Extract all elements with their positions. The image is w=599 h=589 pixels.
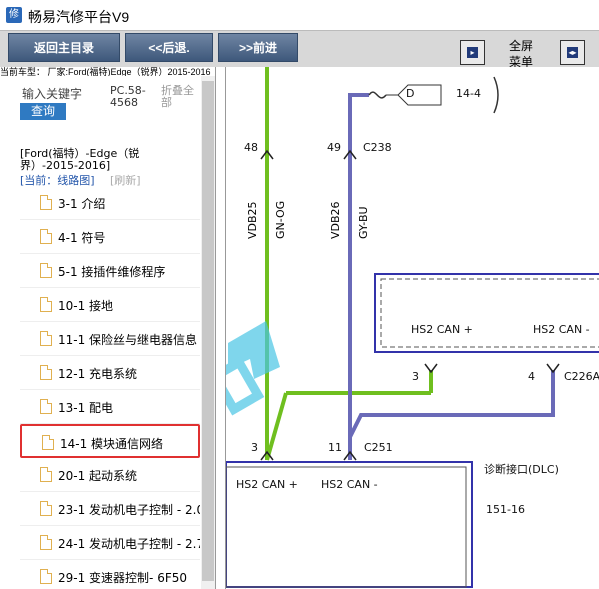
forward-button[interactable]: >>前进 [218, 33, 298, 62]
connector-pin-3-top [424, 363, 438, 374]
pin-49-label: 49 [327, 141, 341, 154]
hs2-can-minus-top: HS2 CAN - [533, 323, 590, 336]
tree-item-label: 20-1 起动系统 [58, 469, 138, 483]
document-icon [40, 263, 52, 278]
pin-11-label: 11 [328, 441, 342, 454]
hs2-can-plus-bottom: HS2 CAN + [236, 478, 298, 491]
expand-icon: ▸ [467, 47, 478, 58]
pin-48-label: 48 [244, 141, 258, 154]
document-icon [40, 365, 52, 380]
wire-break-symbol [368, 91, 387, 99]
document-icon [40, 535, 52, 550]
tree-item-label: 13-1 配电 [58, 401, 114, 415]
tree-item-label: 5-1 接插件维修程序 [58, 265, 166, 279]
ref-tag-d-label: D [406, 87, 415, 100]
tree-item[interactable]: 3-1 介绍 [20, 186, 200, 220]
tree-item[interactable]: 10-1 接地 [20, 288, 200, 322]
tree-item-label: 12-1 充电系统 [58, 367, 138, 381]
tree-item[interactable]: 5-1 接插件维修程序 [20, 254, 200, 288]
app-logo-icon: 修 [6, 7, 22, 23]
green-wire-diagonal [265, 392, 288, 461]
document-icon [40, 467, 52, 482]
sidebar: 输入关键字 查询 PC.58-4568 折叠全部 [Ford(福特）-Edge（… [0, 76, 215, 589]
tree-item[interactable]: 24-1 发动机电子控制 - 2.7L [20, 526, 200, 560]
panel-splitter[interactable] [215, 67, 226, 589]
tree-item-label: 14-1 模块通信网络 [60, 437, 164, 451]
keyword-input[interactable]: 输入关键字 [22, 85, 82, 102]
tree-item-label: 4-1 符号 [58, 231, 106, 245]
tree-item-label: 23-1 发动机电子控制 - 2.0L [58, 503, 200, 517]
sidebar-scrollbar[interactable] [201, 76, 215, 589]
tree-item-label: 10-1 接地 [58, 299, 114, 313]
vehicle-title: [Ford(福特）-Edge（锐界）-2015-2016] [20, 147, 140, 172]
document-icon [40, 229, 52, 244]
expand-panel-button[interactable]: ▸ [460, 40, 485, 65]
connector-c251-label: C251 [364, 441, 393, 454]
tree-item-label: 24-1 发动机电子控制 - 2.7L [58, 537, 200, 551]
document-icon [40, 399, 52, 414]
ref-page: 14-4 [456, 87, 481, 100]
wiring-diagram[interactable]: D 14-4 48 49 C238 VDB25 GN-OG VDB26 GY-B… [226, 67, 599, 589]
collapse-icon: ◂▸ [567, 47, 578, 58]
app-title: 畅易汽修平台V9 [28, 9, 130, 25]
pc-number: PC.58-4568 [110, 84, 146, 109]
document-icon [40, 195, 52, 210]
pin-3-top-label: 3 [412, 370, 419, 383]
home-button[interactable]: 返回主目录 [8, 33, 120, 62]
tree-item-label: 3-1 介绍 [58, 197, 106, 211]
bracket [493, 76, 499, 114]
pin-3-label: 3 [251, 441, 258, 454]
connector-c238-label: C238 [363, 141, 392, 154]
tree-item[interactable]: 13-1 配电 [20, 390, 200, 424]
document-icon [42, 435, 54, 450]
wire-vdb26-label: VDB26 [329, 201, 342, 239]
module-box-top-inner [380, 278, 599, 348]
module-box-top [374, 273, 599, 353]
ref-tag-d [397, 84, 442, 106]
wire-vdb25-label: VDB25 [246, 201, 259, 239]
tree-item[interactable]: 11-1 保险丝与继电器信息 [20, 322, 200, 356]
watermark-arrow-icon [226, 321, 280, 416]
tree-item[interactable]: 23-1 发动机电子控制 - 2.0L [20, 492, 200, 526]
connector-c226a-label: C226A [564, 370, 599, 383]
wire-gy-bu-label: GY-BU [357, 206, 370, 239]
tree-item-label: 29-1 变速器控制- 6F50 [58, 571, 188, 585]
hs2-can-plus-top: HS2 CAN + [411, 323, 473, 336]
tree-item[interactable]: 20-1 起动系统 [20, 458, 200, 492]
pin-4-label: 4 [528, 370, 535, 383]
wire-gn-og-label: GN-OG [274, 200, 287, 239]
query-button[interactable]: 查询 [20, 103, 66, 120]
dlc-label: 诊断接口(DLC) [484, 463, 559, 476]
hs2-can-minus-bottom: HS2 CAN - [321, 478, 378, 491]
tree-item[interactable]: 29-1 变速器控制- 6F50 [20, 560, 200, 589]
document-icon [40, 331, 52, 346]
dlc-page-ref: 151-16 [486, 503, 525, 516]
collapse-all-link[interactable]: 折叠全部 [161, 85, 201, 109]
fullscreen-menu-label[interactable]: 全屏 菜单 [506, 38, 536, 70]
document-icon [40, 297, 52, 312]
tree-item[interactable]: 14-1 模块通信网络 [20, 424, 200, 458]
connector-pin-4 [546, 363, 560, 374]
tree-item[interactable]: 12-1 充电系统 [20, 356, 200, 390]
title-bar: 修 畅易汽修平台V9 [0, 0, 599, 30]
collapse-panel-button[interactable]: ◂▸ [560, 40, 585, 65]
tree-item-label: 11-1 保险丝与继电器信息 [58, 333, 198, 347]
document-icon [40, 569, 52, 584]
back-button[interactable]: <<后退. [125, 33, 213, 62]
scrollbar-thumb[interactable] [202, 81, 214, 581]
document-icon [40, 501, 52, 516]
tree-item[interactable]: 4-1 符号 [20, 220, 200, 254]
